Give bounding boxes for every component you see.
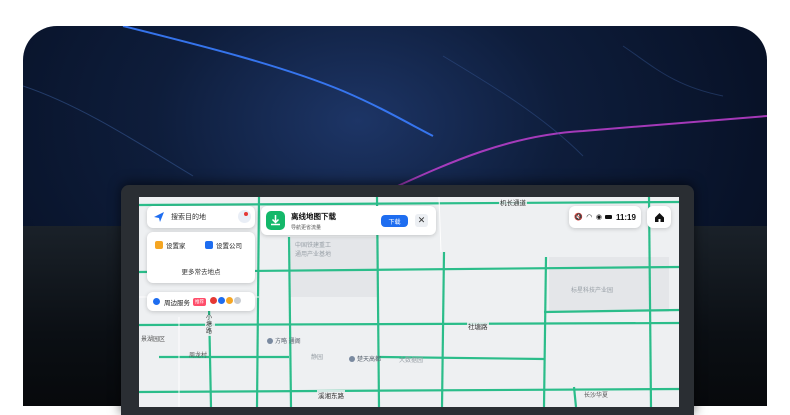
service-icon — [210, 297, 217, 304]
close-button[interactable]: ✕ — [415, 214, 428, 227]
road-label-top: 机长通道 — [499, 197, 527, 207]
notification-dot — [244, 212, 248, 216]
home-icon — [654, 212, 664, 222]
road-label-bottom: 溪湘东路 — [317, 390, 345, 400]
set-company-button[interactable]: 设置公司 — [205, 237, 242, 253]
area-label-sw: 长沙华夏 — [584, 393, 609, 399]
voice-assistant-icon[interactable] — [238, 210, 251, 223]
area-label-industry: 中国铁建重工 — [295, 243, 332, 249]
nearby-label: 周边服务 — [164, 299, 190, 307]
set-home-button[interactable]: 设置家 — [155, 237, 186, 253]
offline-title: 离线地图下载 — [291, 211, 336, 221]
road-label-vertical: 小塘路 — [205, 315, 215, 336]
service-icon — [218, 297, 225, 304]
nearby-icon — [153, 298, 160, 305]
poi-marker[interactable]: 楚天高都 — [349, 354, 381, 363]
home-button[interactable] — [647, 206, 671, 228]
nav-status-icon: ◉ — [595, 214, 602, 221]
poi-icon — [349, 355, 355, 362]
nearby-tag: 推荐 — [193, 297, 206, 306]
area-label-park: 标星科技产业园 — [571, 288, 614, 294]
offline-subtitle: 导航更省流量 — [291, 224, 322, 231]
service-icon — [226, 297, 233, 304]
shortcut-card: 设置家 设置公司 更多常去地点 — [147, 232, 255, 283]
area-label-industry2: 通用产业基地 — [295, 252, 332, 258]
download-icon — [266, 211, 285, 230]
home-shortcut-icon — [155, 241, 163, 249]
poi-icon — [267, 337, 273, 344]
battery-icon — [605, 215, 613, 219]
search-bar[interactable]: 搜索目的地 — [147, 206, 255, 228]
area-label-west2: 周龙村 — [189, 353, 208, 359]
road-label-mid: 社塘路 — [467, 321, 489, 331]
poi-marker[interactable]: 方略 通阁 — [267, 336, 301, 345]
set-company-label: 设置公司 — [216, 243, 242, 250]
area-label-center: 静园 — [311, 355, 324, 361]
offline-map-banner: 离线地图下载 导航更省流量 下载 ✕ — [261, 206, 436, 235]
area-label-center2: 大数据园 — [399, 358, 424, 364]
poi-label: 方略 通阁 — [275, 339, 301, 345]
clock: 11:19 — [615, 212, 636, 222]
poi-label: 楚天高都 — [357, 357, 382, 363]
mute-icon: 🔇 — [574, 214, 583, 221]
download-button[interactable]: 下载 — [381, 215, 408, 227]
service-icon — [234, 297, 241, 304]
nearby-services[interactable]: 周边服务 推荐 — [147, 292, 255, 311]
set-home-label: 设置家 — [166, 243, 186, 250]
company-shortcut-icon — [205, 241, 213, 249]
search-placeholder: 搜索目的地 — [171, 214, 206, 221]
status-bar: 🔇 ◠ ◉ 11:19 — [569, 206, 641, 228]
wifi-icon: ◠ — [586, 214, 593, 221]
area-label-west: 景湖园区 — [141, 337, 166, 343]
map-screen[interactable]: 机长通道 社塘路 溪湘东路 小塘路 中国铁建重工 通用产业基地 标星科技产业园 … — [139, 197, 679, 407]
navigation-arrow-icon — [154, 212, 164, 222]
more-places-link[interactable]: 更多常去地点 — [147, 266, 255, 276]
